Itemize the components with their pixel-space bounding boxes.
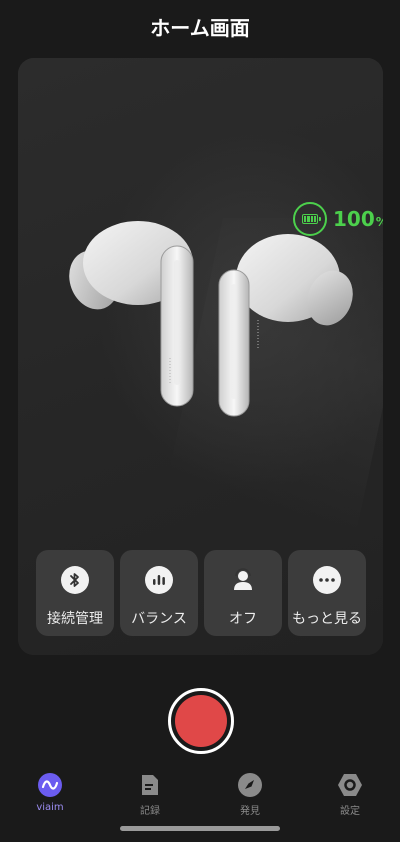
more-icon [313,566,341,594]
bluetooth-icon [61,566,89,594]
left-earbud [69,221,194,407]
battery-icon [293,202,327,236]
home-indicator[interactable] [120,826,280,831]
battery-level-bar [304,216,307,222]
quick-actions: 接続管理 バランス オフ もっと見る [36,550,366,636]
action-label: オフ [229,611,257,627]
tab-label: viaim [36,802,64,813]
tab-viaim[interactable]: viaim [0,768,100,822]
page-title: ホーム画面 [150,16,250,40]
document-icon [137,772,163,798]
tab-label: 設定 [340,806,360,817]
more-button[interactable]: もっと見る [288,550,366,636]
action-label: バランス [131,611,187,627]
anc-person-icon [229,566,257,594]
balance-button[interactable]: バランス [120,550,198,636]
record-icon [175,695,227,747]
device-card: 100% 接続管理 バランス オフ もっと見る [18,58,383,655]
tab-discover[interactable]: 発見 [200,768,300,822]
bottom-tab-bar: viaim 記録 発見 設定 [0,768,400,822]
tab-label: 記録 [140,806,160,817]
compass-icon [237,772,263,798]
action-label: 接続管理 [47,611,103,627]
anc-off-button[interactable]: オフ [204,550,282,636]
record-button[interactable] [168,688,234,754]
viaim-logo-icon [37,772,63,798]
tab-label: 発見 [240,806,260,817]
tab-records[interactable]: 記録 [100,768,200,822]
settings-hex-icon [337,772,363,798]
battery-percentage: 100 [333,207,375,231]
battery-unit: % [376,215,383,229]
action-label: もっと見る [292,611,362,627]
equalizer-icon [145,566,173,594]
earbuds-illustration [69,221,353,417]
battery-indicator: 100% [293,202,383,236]
tab-settings[interactable]: 設定 [300,768,400,822]
right-earbud [218,234,353,417]
connection-management-button[interactable]: 接続管理 [36,550,114,636]
